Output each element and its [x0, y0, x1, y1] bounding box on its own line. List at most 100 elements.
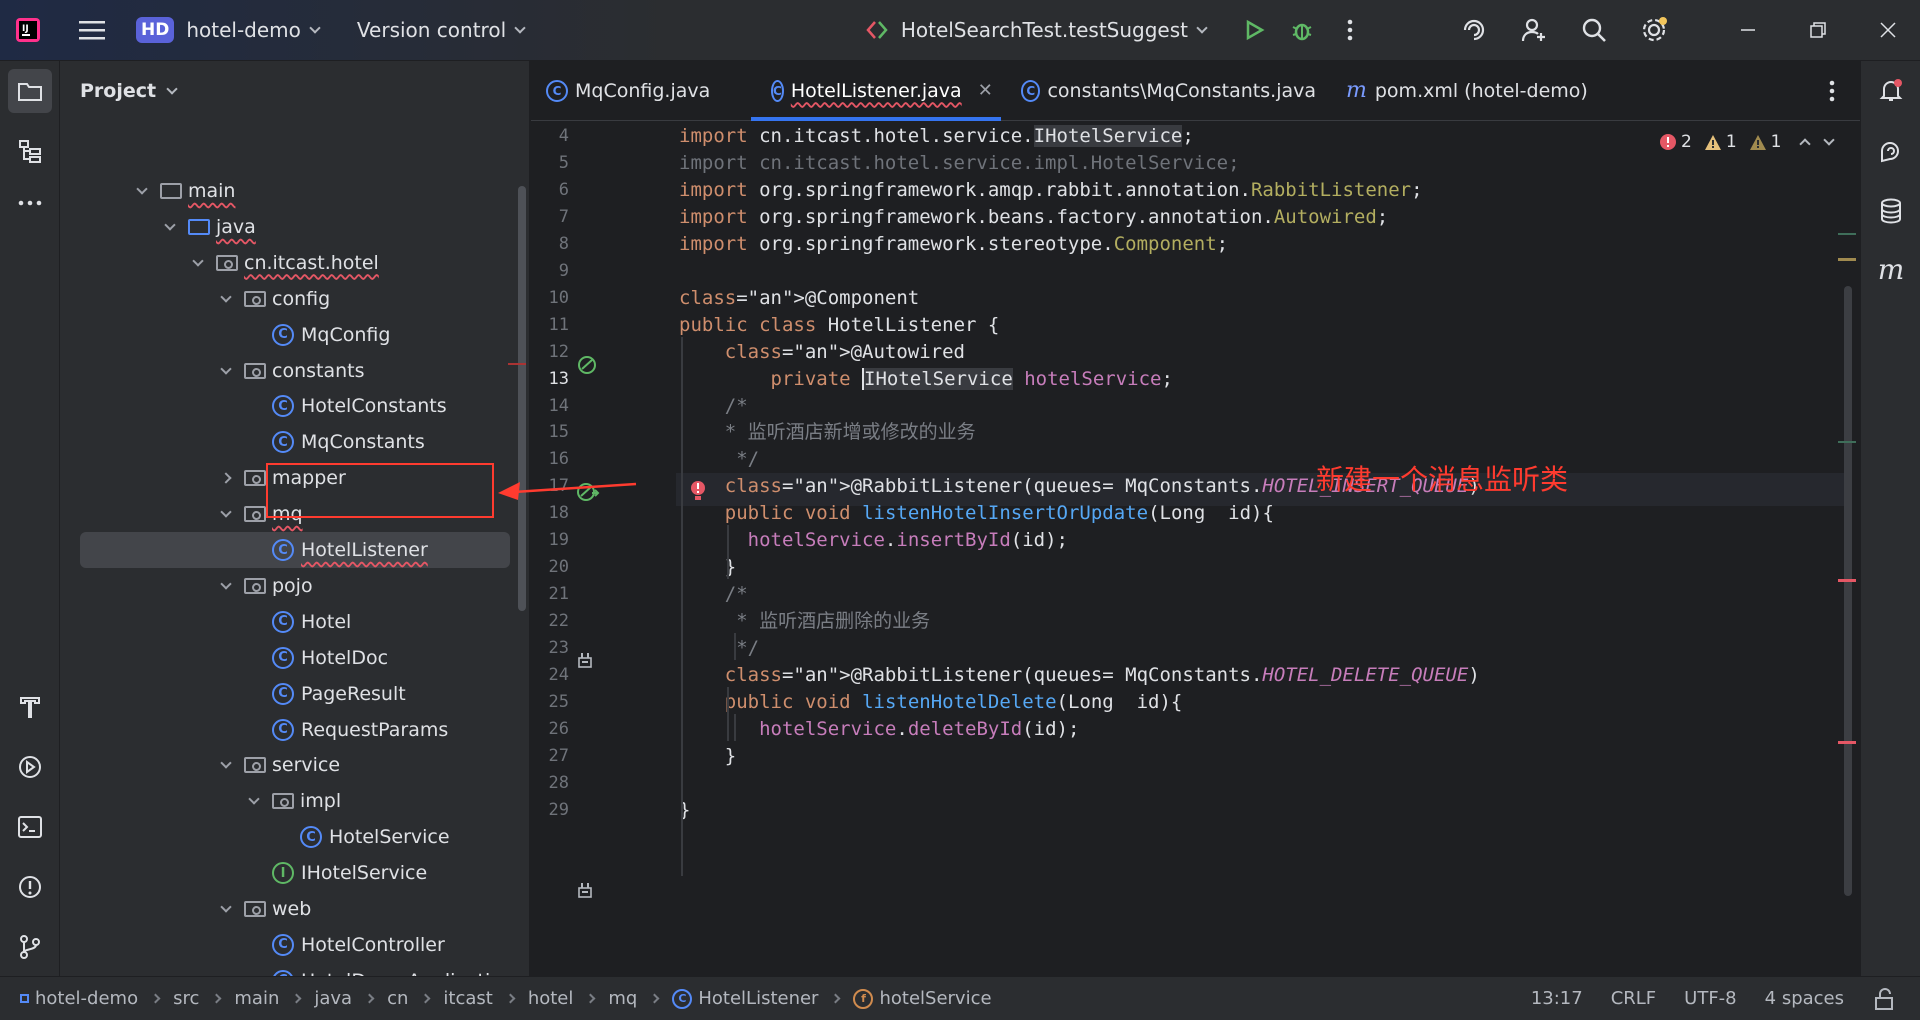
search-icon[interactable] — [1572, 8, 1616, 52]
ai-assistant-icon[interactable] — [1452, 8, 1496, 52]
chevron-down-icon[interactable] — [220, 901, 232, 913]
tree-item[interactable]: service — [216, 747, 340, 783]
bean-icon[interactable] — [576, 354, 598, 380]
tree-item[interactable]: cn.itcast.hotel — [188, 245, 379, 281]
chevron-down-icon[interactable] — [220, 506, 232, 518]
project-tool-icon[interactable] — [8, 69, 52, 113]
project-panel-header[interactable]: Project — [60, 61, 529, 121]
tree-item[interactable]: impl — [244, 783, 341, 819]
breadcrumb-item[interactable]: itcast — [443, 988, 492, 1009]
tab-mqconfig[interactable]: C MqConfig.java — [531, 61, 751, 121]
chevron-right-icon[interactable] — [220, 472, 232, 484]
folder-icon — [160, 183, 182, 199]
breadcrumb-item[interactable]: cn — [387, 988, 408, 1009]
class-icon: C — [272, 646, 294, 669]
tree-item[interactable]: I IHotelService — [244, 855, 427, 891]
tree-item[interactable]: pojo — [216, 568, 313, 604]
debug-icon[interactable] — [1280, 8, 1324, 52]
tree-item[interactable]: C HotelDoc — [244, 640, 388, 676]
breadcrumb-item[interactable]: java — [314, 988, 352, 1009]
breadcrumb-item[interactable]: hotel — [528, 988, 574, 1009]
more-actions-icon[interactable] — [1328, 8, 1372, 52]
status-bar: hotel-demo src main java cn itcast hotel mq C Hot… — [0, 976, 1920, 1020]
vcs-selector[interactable]: Version control — [357, 10, 526, 50]
previous-problem-icon[interactable] — [1799, 138, 1812, 150]
maven-icon[interactable]: m — [1869, 247, 1913, 291]
breadcrumb-item[interactable]: mq — [608, 988, 637, 1009]
run-icon[interactable] — [1232, 8, 1276, 52]
tab-mqconstants[interactable]: C constants\MqConstants.java — [1001, 61, 1336, 121]
chevron-down-icon[interactable] — [220, 578, 232, 590]
problems-tool-icon[interactable] — [8, 865, 52, 909]
tree-item[interactable]: constants — [216, 353, 365, 389]
tree-item[interactable]: C MqConfig — [244, 317, 390, 353]
tab-hotellistener[interactable]: C HotelListener.java ✕ — [751, 61, 1001, 121]
tree-item[interactable]: C Hotel — [244, 604, 351, 640]
tab-pom[interactable]: m pom.xml (hotel-demo) — [1336, 61, 1608, 121]
breadcrumb-item[interactable]: main — [234, 988, 279, 1009]
close-tab-icon[interactable]: ✕ — [978, 80, 993, 101]
add-user-icon[interactable] — [1512, 8, 1556, 52]
more-tools-icon[interactable] — [8, 181, 52, 225]
chevron-down-icon — [309, 21, 321, 34]
main-menu-icon[interactable] — [70, 8, 114, 52]
breadcrumb-item[interactable]: src — [173, 988, 199, 1009]
minimize-icon[interactable] — [1726, 8, 1770, 52]
build-tool-icon[interactable] — [8, 685, 52, 729]
indent-setting[interactable]: 4 spaces — [1765, 988, 1844, 1009]
caret-position[interactable]: 13:17 — [1531, 988, 1583, 1009]
tree-item[interactable]: C RequestParams — [244, 712, 448, 748]
chevron-right-icon — [831, 993, 841, 1004]
line-separator[interactable]: CRLF — [1611, 988, 1656, 1009]
tree-item-label: HotelDoc — [301, 646, 389, 669]
tree-item[interactable]: C HotelService — [272, 819, 450, 855]
rabbit-listener-icon[interactable] — [577, 881, 593, 903]
chevron-down-icon[interactable] — [192, 255, 204, 267]
terminal-tool-icon[interactable] — [8, 805, 52, 849]
tree-item[interactable]: java — [160, 209, 256, 245]
notifications-icon[interactable] — [1869, 69, 1913, 113]
tree-item[interactable]: C PageResult — [244, 676, 406, 712]
stripe-mark — [1838, 441, 1856, 443]
breadcrumb-item[interactable]: HotelListener — [698, 988, 818, 1009]
ai-chat-icon[interactable] — [1869, 129, 1913, 173]
chevron-down-icon[interactable] — [248, 793, 260, 805]
code-area[interactable]: import cn.itcast.hotel.service.IHotelSer… — [679, 121, 1839, 976]
breadcrumb-item[interactable]: hotelService — [879, 988, 991, 1009]
interface-icon: I — [272, 862, 294, 885]
database-icon[interactable] — [1869, 189, 1913, 233]
lock-icon[interactable] — [1874, 987, 1894, 1010]
run-config-selector[interactable]: HotelSearchTest.testSuggest — [865, 10, 1208, 50]
services-tool-icon[interactable] — [8, 745, 52, 789]
editor-scrollbar[interactable] — [1844, 286, 1852, 896]
project-tree-scrollbar[interactable] — [518, 186, 526, 611]
settings-icon[interactable] — [1632, 8, 1676, 52]
chevron-down-icon[interactable] — [136, 183, 148, 195]
tab-options-icon[interactable] — [1810, 69, 1854, 113]
error-bulb-icon[interactable] — [689, 479, 707, 507]
tree-item[interactable]: web — [216, 891, 311, 927]
chevron-down-icon[interactable] — [220, 757, 232, 770]
tree-item[interactable]: config — [216, 281, 330, 317]
tree-item[interactable]: CHotelDemoApplication — [244, 963, 514, 976]
project-selector[interactable]: HD hotel-demo — [136, 10, 321, 50]
tree-item[interactable]: C HotelController — [244, 927, 445, 963]
next-problem-icon[interactable] — [1823, 134, 1836, 146]
close-icon[interactable] — [1866, 8, 1910, 52]
structure-tool-icon[interactable] — [8, 129, 52, 173]
tree-item-selected[interactable]: C HotelListener — [80, 532, 510, 568]
chevron-down-icon[interactable] — [164, 219, 176, 231]
chevron-down-icon[interactable] — [220, 362, 232, 375]
tree-item[interactable]: main — [132, 173, 235, 209]
inspection-widget[interactable]: 2 1 1 — [1659, 130, 1836, 154]
tree-item-label: web — [272, 898, 312, 920]
rabbit-listener-icon[interactable] — [577, 651, 593, 673]
tree-item[interactable]: C MqConstants — [244, 424, 425, 460]
git-tool-icon[interactable] — [8, 925, 52, 969]
file-encoding[interactable]: UTF-8 — [1684, 988, 1736, 1009]
restore-icon[interactable] — [1796, 8, 1840, 52]
app-logo-icon[interactable]: IJ — [6, 8, 50, 52]
breadcrumb-item[interactable]: hotel-demo — [35, 988, 138, 1009]
tree-item[interactable]: C HotelConstants — [244, 388, 447, 424]
chevron-down-icon[interactable] — [220, 291, 232, 303]
